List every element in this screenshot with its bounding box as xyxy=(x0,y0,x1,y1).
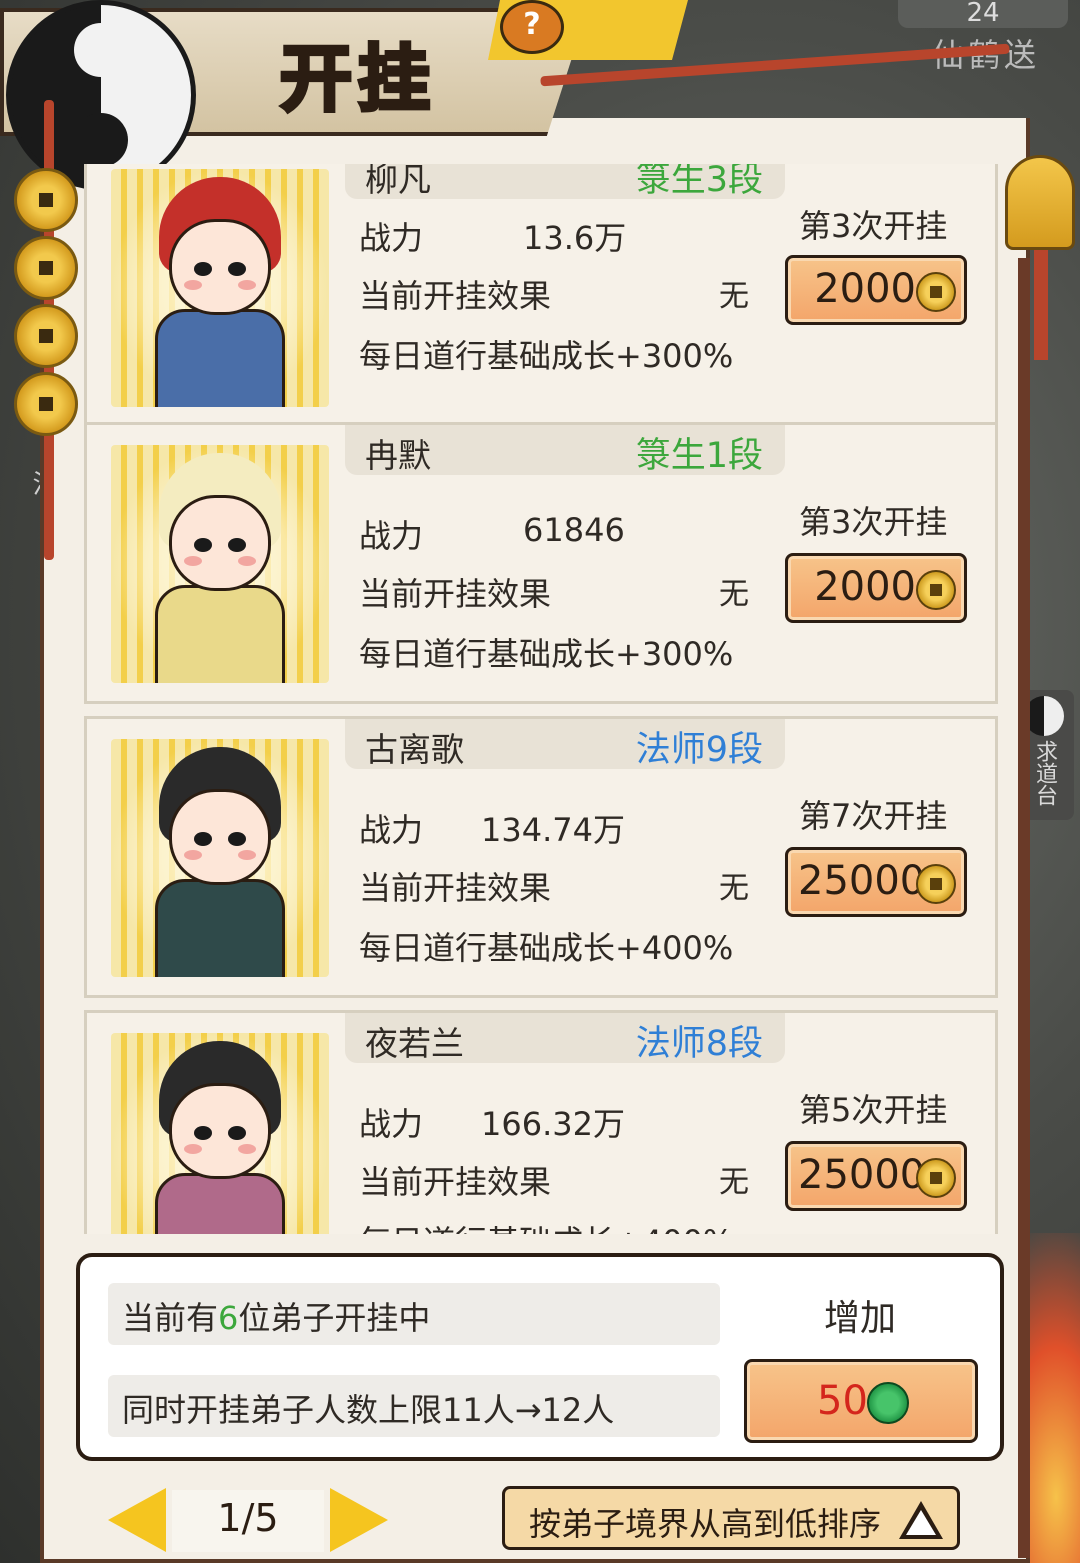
currency-chip: 24 xyxy=(898,0,1068,28)
sort-button[interactable]: 按弟子境界从高到低排序 xyxy=(502,1486,960,1550)
effect-value: 无 xyxy=(719,1165,749,1200)
prev-page-arrow-icon[interactable] xyxy=(108,1488,166,1552)
disciple-card: 夜若兰 法师8段 战力 166.32万 当前开挂效果 无 每日道行基础成长+40… xyxy=(84,1010,998,1234)
cheat-cost-button[interactable]: 2000 xyxy=(785,553,967,623)
tassel-decoration xyxy=(1034,250,1048,360)
jade-currency-icon xyxy=(867,1382,909,1424)
disciple-portrait xyxy=(111,445,329,683)
gold-coin-icon xyxy=(916,864,956,904)
effect-label: 当前开挂效果 xyxy=(359,575,552,613)
cheat-times: 第3次开挂 xyxy=(799,207,948,245)
disciple-portrait xyxy=(111,739,329,977)
pagination: 1/5 xyxy=(108,1484,388,1556)
disciple-list[interactable]: 柳凡 箓生3段 战力 13.6万 当前开挂效果 无 每日道行基础成长+300% … xyxy=(42,164,1000,1234)
active-count-text: 当前有6位弟子开挂中 xyxy=(122,1299,431,1337)
power-label: 战力 xyxy=(359,811,424,849)
disciple-card: 冉默 箓生1段 战力 61846 当前开挂效果 无 每日道行基础成长+300% … xyxy=(84,422,998,704)
disciple-name: 柳凡 xyxy=(365,164,431,199)
add-label: 增加 xyxy=(824,1298,897,1339)
active-count-row: 当前有6位弟子开挂中 xyxy=(108,1283,720,1345)
page-title: 开挂 xyxy=(278,35,437,123)
power-value: 134.74万 xyxy=(481,811,625,849)
disciple-name: 古离歌 xyxy=(365,730,464,769)
bell-icon xyxy=(1005,155,1075,250)
power-label: 战力 xyxy=(359,517,424,555)
cheat-info-box: 当前有6位弟子开挂中 同时开挂弟子人数上限11人→12人 增加 50 xyxy=(76,1253,1004,1461)
next-page-arrow-icon[interactable] xyxy=(330,1488,388,1552)
power-label: 战力 xyxy=(359,1105,424,1143)
cost-value: 2000 xyxy=(814,564,916,610)
limit-text: 同时开挂弟子人数上限11人→12人 xyxy=(122,1391,615,1429)
cheat-cost-button[interactable]: 25000 xyxy=(785,847,967,917)
power-value: 13.6万 xyxy=(523,219,627,257)
cheat-cost-button[interactable]: 2000 xyxy=(785,255,967,325)
robe xyxy=(155,1173,285,1234)
effect-value: 无 xyxy=(719,871,749,906)
robe xyxy=(155,879,285,977)
sort-label: 按弟子境界从高到低排序 xyxy=(529,1505,882,1543)
power-value: 166.32万 xyxy=(481,1105,625,1143)
gold-coin-icon xyxy=(916,1158,956,1198)
help-button[interactable]: ? xyxy=(500,0,564,54)
page-indicator: 1/5 xyxy=(217,1496,279,1540)
gold-coin-icon xyxy=(916,570,956,610)
cheat-cost-button[interactable]: 25000 xyxy=(785,1141,967,1211)
add-cost: 50 xyxy=(817,1378,868,1424)
effect-label: 当前开挂效果 xyxy=(359,869,552,907)
cost-value: 2000 xyxy=(814,266,916,312)
disciple-rank: 箓生1段 xyxy=(635,436,763,476)
effect-label: 当前开挂效果 xyxy=(359,277,552,315)
cheat-times: 第7次开挂 xyxy=(799,797,948,835)
growth-text: 每日道行基础成长+300% xyxy=(359,337,734,375)
disciple-portrait xyxy=(111,1033,329,1234)
rope-decoration xyxy=(1018,258,1030,1558)
growth-text: 每日道行基础成长+400% xyxy=(359,1217,733,1234)
disciple-card: 古离歌 法师9段 战力 134.74万 当前开挂效果 无 每日道行基础成长+40… xyxy=(84,716,998,998)
robe xyxy=(155,585,285,683)
cost-value: 25000 xyxy=(798,1152,926,1198)
disciple-rank: 箓生3段 xyxy=(635,164,763,200)
limit-row: 同时开挂弟子人数上限11人→12人 xyxy=(108,1375,720,1437)
add-slot-button[interactable]: 50 xyxy=(744,1359,978,1443)
effect-label: 当前开挂效果 xyxy=(359,1163,552,1201)
disciple-name: 夜若兰 xyxy=(365,1024,464,1063)
tab-qiudaotai-label: 求道台 xyxy=(1032,740,1057,806)
active-count: 6 xyxy=(218,1299,239,1337)
disciple-portrait xyxy=(111,169,329,407)
effect-value: 无 xyxy=(719,279,749,314)
cost-value: 25000 xyxy=(798,858,926,904)
cheat-times: 第5次开挂 xyxy=(799,1091,948,1129)
disciple-rank: 法师9段 xyxy=(635,730,763,770)
yinyang-emblem-icon xyxy=(6,0,196,190)
growth-text: 每日道行基础成长+300% xyxy=(359,635,734,673)
yinyang-icon xyxy=(1024,696,1064,736)
disciple-rank: 法师8段 xyxy=(635,1024,763,1064)
disciple-card: 柳凡 箓生3段 战力 13.6万 当前开挂效果 无 每日道行基础成长+300% … xyxy=(84,164,998,428)
sort-triangle-icon xyxy=(899,1501,943,1539)
power-value: 61846 xyxy=(523,511,625,549)
gold-coin-icon xyxy=(916,272,956,312)
power-label: 战力 xyxy=(359,219,424,257)
effect-value: 无 xyxy=(719,577,749,612)
robe xyxy=(155,309,285,407)
disciple-name: 冉默 xyxy=(365,436,431,475)
growth-text: 每日道行基础成长+400% xyxy=(359,929,734,967)
cheat-times: 第3次开挂 xyxy=(799,503,948,541)
